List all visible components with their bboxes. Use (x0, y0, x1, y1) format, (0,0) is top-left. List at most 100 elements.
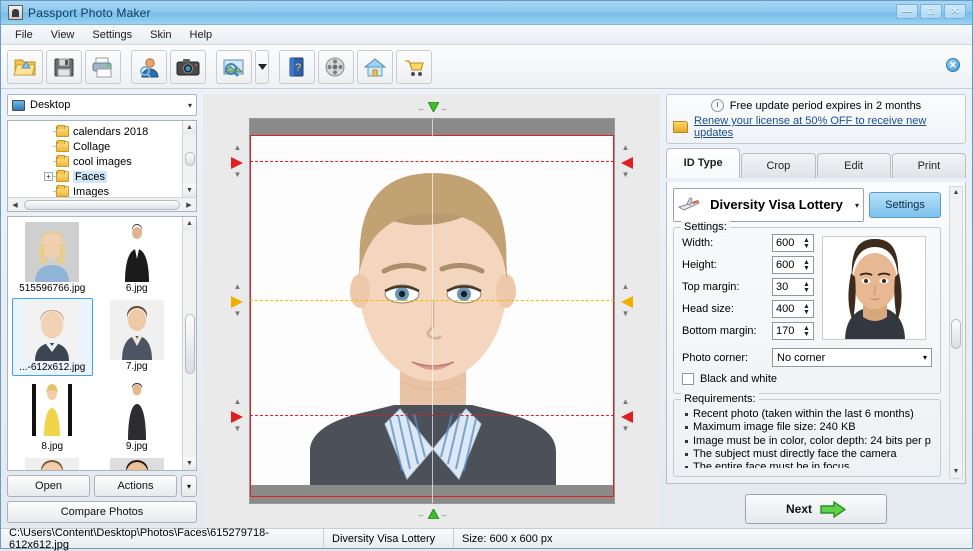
thumbnail-item[interactable]: 8.jpg (12, 378, 93, 454)
help-book-icon[interactable]: ? (279, 49, 315, 84)
folder-tree: calendars 2018 Collage cool images + Fac… (7, 120, 197, 212)
open-button[interactable]: Open (7, 475, 90, 497)
head-top-guide[interactable] (249, 161, 614, 162)
thumbnail-item[interactable]: 7.jpg (97, 298, 178, 376)
toolbar-close-icon[interactable]: ✕ (946, 58, 960, 72)
spinner-arrows[interactable]: ▲ ▼ (802, 324, 811, 339)
update-message: Free update period expires in 2 months (729, 99, 922, 112)
head-top-marker-left[interactable]: ▲ ▼ (230, 144, 245, 179)
print-icon[interactable] (85, 49, 121, 84)
menu-file[interactable]: File (7, 27, 41, 43)
panel-scrollbar[interactable]: ▲ ▼ (949, 186, 963, 479)
tree-horizontal-scrollbar[interactable]: ◀ ▶ (8, 197, 196, 211)
thumbnail-item-selected[interactable]: ...-612x612.jpg (12, 298, 93, 376)
green-arrow-icon (820, 500, 846, 518)
thumbnail-item[interactable] (97, 456, 178, 470)
head-top-marker-right[interactable]: ▲ ▼ (619, 144, 633, 179)
dropdown-caret-icon[interactable] (255, 49, 269, 84)
close-button[interactable]: ✕ (944, 4, 966, 19)
film-reel-icon[interactable] (318, 49, 354, 84)
sidebar-buttons: Open Actions ▾ (7, 475, 197, 497)
chin-marker-left[interactable]: ▲ ▼ (230, 398, 245, 433)
actions-dropdown-icon[interactable]: ▾ (181, 475, 197, 497)
scroll-down-icon[interactable]: ▼ (182, 457, 196, 470)
next-button[interactable]: Next (745, 494, 887, 524)
tab-edit[interactable]: Edit (816, 153, 891, 178)
height-input[interactable]: 600 ▲ ▼ (772, 256, 814, 274)
renew-row[interactable]: Renew your license at 50% OFF to receive… (673, 115, 959, 139)
photo-corner-select[interactable]: No corner ▾ (772, 348, 932, 367)
menu-view[interactable]: View (43, 27, 83, 43)
width-input[interactable]: 600 ▲ ▼ (772, 234, 814, 252)
top-center-marker[interactable]: ← → (418, 101, 448, 115)
top-margin-input[interactable]: 30 ▲ ▼ (772, 278, 814, 296)
bottom-margin-input[interactable]: 170 ▲ ▼ (772, 322, 814, 340)
bottom-center-marker[interactable]: ← → (418, 507, 448, 521)
scroll-right-icon[interactable]: ▶ (182, 201, 196, 209)
scroll-up-icon[interactable]: ▲ (182, 121, 196, 134)
thumbnails-scrollbar[interactable]: ▲ ▼ (182, 217, 196, 470)
photo-frame[interactable] (248, 118, 615, 504)
tree-item-collage[interactable]: Collage (8, 139, 196, 154)
thumbnail-item[interactable]: 9.jpg (97, 378, 178, 454)
scroll-up-icon[interactable]: ▲ (950, 187, 962, 199)
maximize-button[interactable]: □ (920, 4, 942, 19)
tab-crop[interactable]: Crop (741, 153, 816, 178)
face-detect-icon[interactable] (131, 49, 167, 84)
spinner-arrows[interactable]: ▲ ▼ (802, 258, 811, 273)
home-icon[interactable] (357, 49, 393, 84)
tree-item-calendars[interactable]: calendars 2018 (8, 124, 196, 139)
head-size-input[interactable]: 400 ▲ ▼ (772, 300, 814, 318)
tree-item-images[interactable]: Images (8, 184, 196, 197)
scroll-down-icon[interactable]: ▼ (950, 466, 962, 478)
settings-button[interactable]: Settings (869, 192, 941, 218)
renew-license-link[interactable]: Renew your license at 50% OFF to receive… (694, 115, 959, 139)
tree-vertical-scrollbar[interactable]: ▲ ▼ (182, 121, 196, 197)
scroll-thumb[interactable] (184, 313, 195, 374)
save-icon[interactable] (46, 49, 82, 84)
open-folder-icon[interactable] (7, 49, 43, 84)
eye-line-marker-left[interactable]: ▲ ▼ (230, 283, 245, 318)
thumbnail-item[interactable]: 6.jpg (97, 220, 178, 296)
eye-line-guide[interactable] (249, 300, 614, 301)
black-and-white-row[interactable]: Black and white (682, 373, 932, 385)
tab-id-type[interactable]: ID Type (666, 148, 741, 178)
actions-button[interactable]: Actions (94, 475, 177, 497)
id-type-combo[interactable]: Diversity Visa Lottery ▾ (673, 188, 864, 222)
scroll-up-icon[interactable]: ▲ (182, 217, 196, 230)
scroll-left-icon[interactable]: ◀ (8, 201, 22, 209)
app-window: Passport Photo Maker — □ ✕ File View Set… (0, 0, 973, 551)
spinner-arrows[interactable]: ▲ ▼ (802, 280, 811, 295)
location-label: Desktop (30, 99, 71, 111)
thumbnail-item[interactable]: 515596766.jpg (12, 220, 93, 296)
chevron-down-icon: ▾ (922, 353, 927, 362)
preview-icon[interactable] (216, 49, 252, 84)
eye-line-marker-right[interactable]: ▲ ▼ (619, 283, 633, 318)
scroll-thumb[interactable] (184, 152, 195, 166)
black-and-white-checkbox[interactable] (682, 373, 694, 385)
chin-marker-right[interactable]: ▲ ▼ (619, 398, 633, 433)
thumbnail-image (109, 300, 164, 360)
canvas-wrap: ← → ← → ▲ ▼ ▲ ▼ ▲ ▼ ▲ ▼ ▲ ▼ ▲ ▼ (225, 101, 639, 521)
scroll-thumb[interactable] (24, 199, 180, 210)
chevron-down-icon[interactable]: ▾ (853, 201, 859, 210)
chin-guide[interactable] (249, 415, 614, 416)
cart-icon[interactable] (396, 49, 432, 84)
scroll-thumb[interactable] (951, 318, 961, 349)
spinner-arrows[interactable]: ▲ ▼ (802, 236, 811, 251)
tree-item-faces[interactable]: + Faces (8, 169, 196, 184)
camera-icon[interactable] (170, 49, 206, 84)
menu-skin[interactable]: Skin (142, 27, 179, 43)
tree-item-cool-images[interactable]: cool images (8, 154, 196, 169)
location-combo[interactable]: Desktop ▾ (7, 94, 197, 116)
spinner-arrows[interactable]: ▲ ▼ (802, 302, 811, 317)
menu-help[interactable]: Help (182, 27, 221, 43)
menu-settings[interactable]: Settings (84, 27, 140, 43)
compare-photos-button[interactable]: Compare Photos (7, 501, 197, 523)
expand-icon[interactable]: + (44, 172, 53, 181)
minimize-button[interactable]: — (896, 4, 918, 19)
tab-print[interactable]: Print (891, 153, 966, 178)
photo-canvas[interactable]: ← → ← → ▲ ▼ ▲ ▼ ▲ ▼ ▲ ▼ ▲ ▼ ▲ ▼ (203, 94, 660, 528)
thumbnail-item[interactable] (12, 456, 93, 470)
scroll-down-icon[interactable]: ▼ (182, 184, 196, 197)
